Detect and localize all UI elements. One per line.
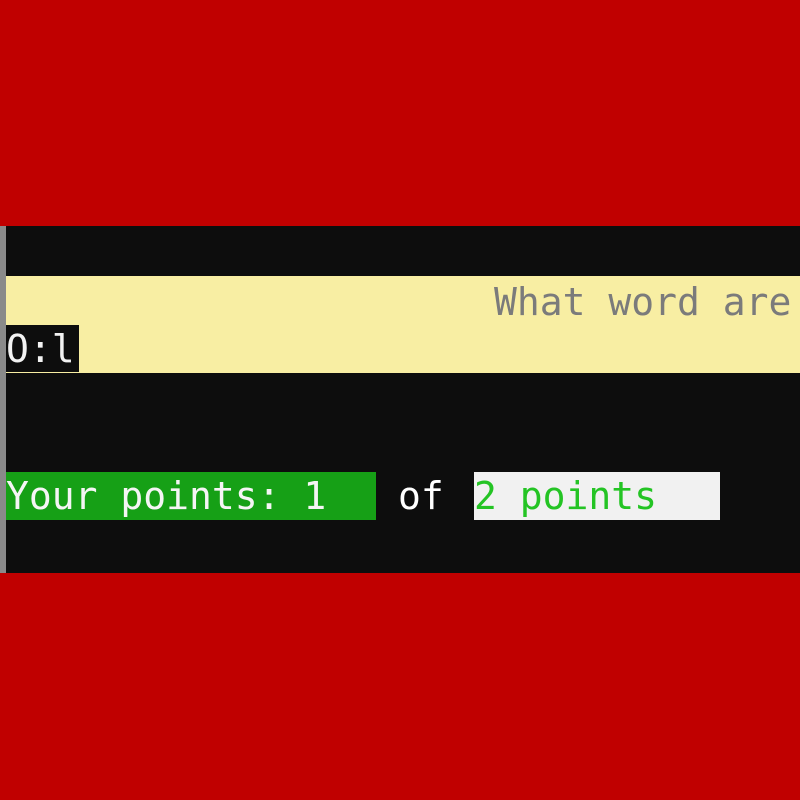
terminal-window: What word are O:l Your points: 1 of 2 po… [0, 226, 800, 573]
question-text: What word are [494, 280, 792, 324]
screen-frame: What word are O:l Your points: 1 of 2 po… [0, 0, 800, 800]
your-points-label: Your points: 1 [6, 472, 376, 520]
question-counter: O:l [6, 325, 79, 372]
total-points-label: 2 points [474, 472, 720, 520]
of-label: of [398, 474, 444, 518]
